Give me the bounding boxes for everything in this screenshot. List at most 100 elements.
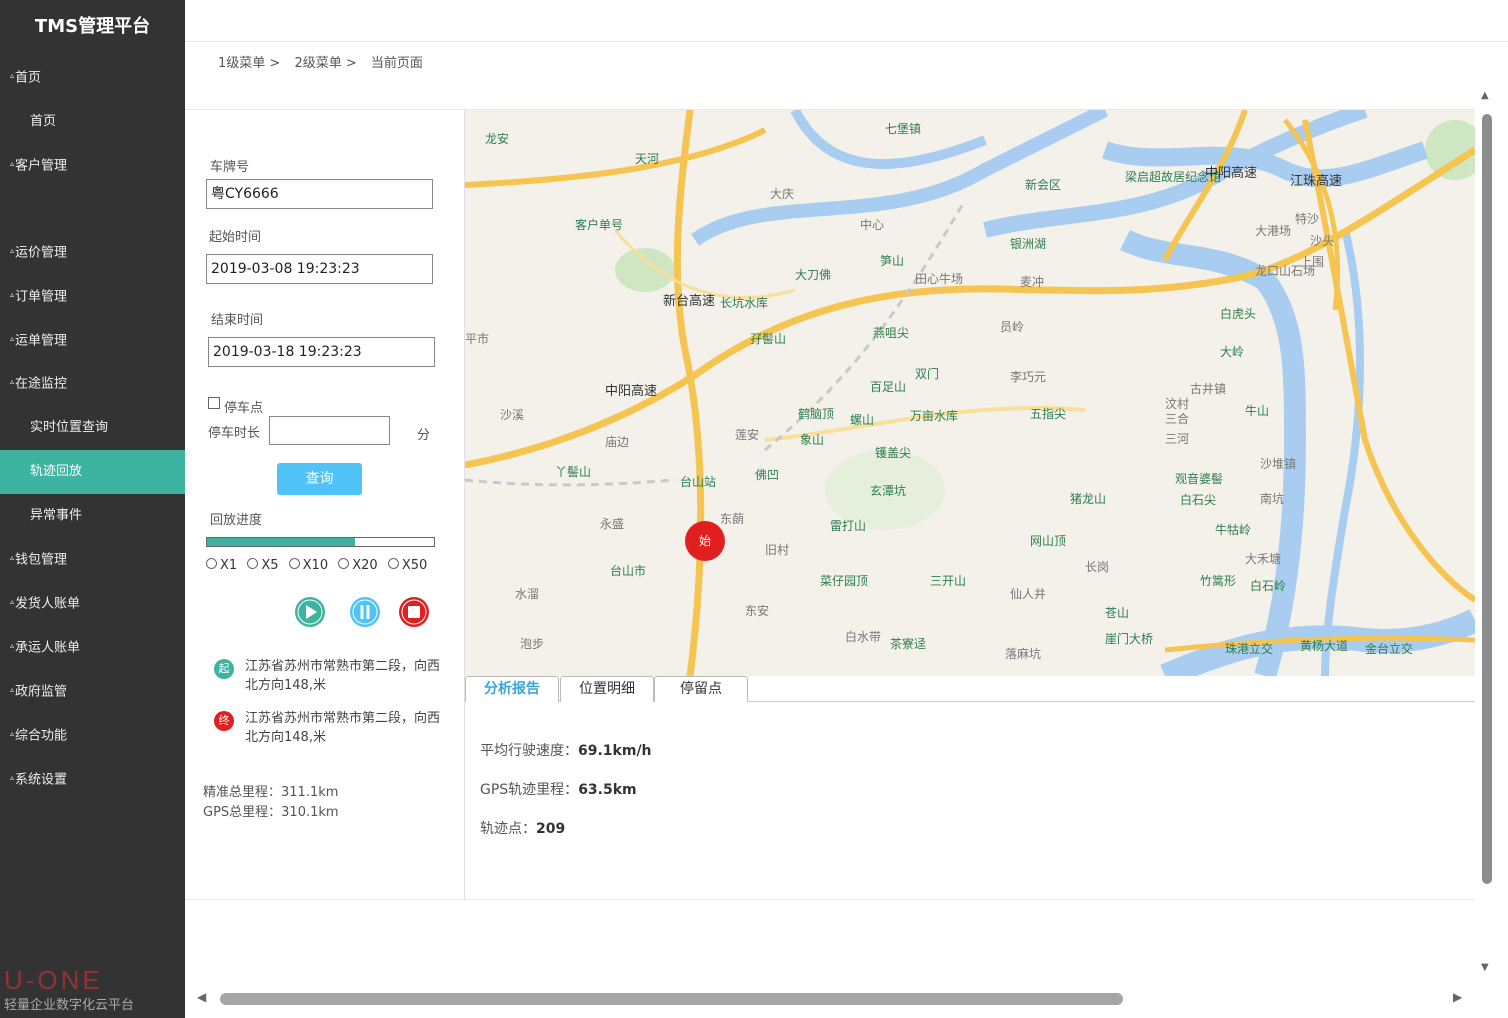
sidebar-item-label: 在途监控 (15, 376, 68, 392)
triangle-icon: ▵ (10, 246, 15, 255)
sidebar-item-waybills[interactable]: ▵运单管理 (0, 319, 185, 363)
sidebar-item-home[interactable]: 首页 (0, 100, 185, 144)
map-place-label: 古井镇 (1190, 382, 1227, 396)
map-view[interactable]: 龙安 天河 七堡镇 新会区 梁启超故居纪念馆 中阳高速 客户单号 大刀佛 笋山 银洲湖 长坑水库 孖髻… (465, 110, 1475, 676)
speed-options: X1 X5 X10 X20 X50 (206, 558, 433, 573)
map-place-label: 沙溪 (500, 408, 525, 422)
map-place-label: 上围 (1300, 255, 1325, 269)
map-place-label: 笋山 (880, 254, 905, 268)
triangle-icon: ▵ (10, 71, 15, 80)
playback-progress-bar[interactable] (206, 537, 435, 547)
pause-button[interactable] (349, 596, 381, 628)
map-place-label: 长坑水库 (720, 296, 769, 310)
map-place-label: 三开山 (930, 574, 967, 588)
map-place-label: 沙堆镇 (1260, 457, 1297, 471)
map-place-label: 鹤脑顶 (798, 407, 835, 421)
query-button[interactable]: 查询 (277, 463, 362, 495)
sidebar-item-exceptions[interactable]: 异常事件 (0, 494, 185, 538)
scroll-up-icon[interactable]: ▲ (1481, 90, 1489, 101)
tab-stop-points[interactable]: 停留点 (654, 676, 748, 702)
radio-icon (338, 558, 350, 569)
map-place-label: 东安 (745, 604, 770, 618)
sidebar-item-orders[interactable]: ▵订单管理 (0, 275, 185, 319)
map-place-label: 镬盖尖 (875, 446, 912, 460)
map-place-label: 新台高速 (663, 294, 716, 309)
scroll-right-icon[interactable]: ▶ (1453, 990, 1462, 1004)
map-place-label: 茶寮迳 (890, 637, 927, 651)
sidebar-item-label: 首页 (30, 114, 57, 129)
plate-input[interactable]: 粤CY6666 (206, 179, 433, 209)
map-place-label: 玄潭坑 (870, 484, 907, 498)
progress-label: 回放进度 (210, 513, 263, 528)
sidebar-item-government[interactable]: ▵政府监管 (0, 670, 185, 714)
track-points-label: 轨迹点： (480, 821, 536, 837)
end-time-input[interactable]: 2019-03-18 19:23:23 (208, 337, 435, 367)
sidebar-item-customers[interactable]: ▵客户管理 (0, 144, 185, 188)
start-location: 起 江苏省苏州市常熟市第二段，向西北方向148,米 (214, 657, 454, 697)
map-place-label: 万亩水库 (910, 409, 959, 423)
speed-option-x50[interactable]: X50 (387, 558, 427, 573)
sidebar-item-realtime-location[interactable]: 实时位置查询 (0, 406, 185, 450)
map-place-label: 观音婆髻 (1175, 472, 1224, 486)
start-time-input[interactable]: 2019-03-08 19:23:23 (206, 254, 433, 284)
stop-point-label: 停车点 (224, 401, 264, 416)
horizontal-scroll-thumb[interactable] (220, 993, 1123, 1005)
scroll-down-icon[interactable]: ▼ (1481, 962, 1489, 973)
gps-distance-label: GPS轨迹里程： (480, 782, 579, 798)
speed-option-x1[interactable]: X1 (206, 558, 237, 573)
sidebar-item-label: 钱包管理 (15, 552, 68, 568)
stop-duration-input[interactable] (269, 416, 390, 445)
radio-icon (206, 558, 217, 569)
vertical-scroll-thumb[interactable] (1482, 114, 1492, 884)
sidebar-item-track-playback[interactable]: 轨迹回放 (0, 450, 185, 494)
speed-option-x20[interactable]: X20 (338, 558, 378, 573)
vertical-scrollbar[interactable]: ▲ ▼ (1479, 90, 1495, 975)
map-place-label: 珠港立交 (1225, 642, 1274, 656)
tab-analysis-report[interactable]: 分析报告 (465, 676, 559, 702)
sidebar-item-pricing[interactable]: ▵运价管理 (0, 231, 185, 275)
map-place-label: 田心牛场 (915, 272, 964, 286)
map-place-label: 白石尖 (1180, 493, 1217, 507)
sidebar-item-home-group[interactable]: ▵首页 (0, 56, 185, 100)
map-place-label: 旧村 (765, 543, 790, 557)
sidebar-item-carrier-bills[interactable]: ▵承运人账单 (0, 626, 185, 670)
map-place-label: 大岭 (1220, 345, 1245, 359)
scroll-left-icon[interactable]: ◀ (197, 990, 206, 1004)
map-place-label: 南坑 (1260, 492, 1285, 506)
watermark: U-ONE 轻量企业数字化云平台 (4, 965, 184, 1013)
map-place-label: 牛牯岭 (1215, 523, 1252, 537)
map-place-label: 象山 (800, 433, 825, 447)
sidebar-item-wallet[interactable]: ▵钱包管理 (0, 538, 185, 582)
start-time-label: 起始时间 (209, 230, 262, 245)
map-place-label: 雷打山 (830, 519, 867, 533)
start-badge: 起 (214, 659, 234, 679)
gps-distance-value: 63.5km (578, 782, 637, 798)
stop-button[interactable] (398, 596, 430, 628)
map-place-label: 大港场 (1255, 224, 1292, 238)
sidebar-item-label: 承运人账单 (15, 640, 81, 656)
sidebar-item-monitoring[interactable]: ▵在途监控 (0, 362, 185, 406)
radio-icon (387, 558, 399, 569)
breadcrumb-level-2[interactable]: 2级菜单 > (294, 56, 356, 71)
sidebar-item-general[interactable]: ▵综合功能 (0, 714, 185, 758)
avg-speed-label: 平均行驶速度： (480, 743, 578, 759)
map-place-label: 竹篙形 (1200, 574, 1237, 588)
gps-distance-row: GPS轨迹里程：63.5km (480, 779, 652, 818)
triangle-icon: ▵ (10, 773, 15, 782)
map-place-label: 大庆 (770, 187, 795, 201)
map-place-label: 仙人井 (1010, 587, 1047, 601)
stop-point-checkbox[interactable] (208, 397, 220, 409)
sidebar-item-settings[interactable]: ▵系统设置 (0, 758, 185, 802)
map-place-label: 孖髻山 (750, 332, 787, 346)
horizontal-scrollbar[interactable]: ◀ ▶ (195, 990, 1470, 1008)
tab-position-details[interactable]: 位置明细 (560, 676, 654, 702)
breadcrumb-level-1[interactable]: 1级菜单 > (218, 56, 280, 71)
map-place-label: 员岭 (1000, 320, 1025, 334)
map-place-label: 丫髻山 (555, 465, 592, 479)
radio-icon (288, 558, 300, 569)
sidebar-item-shipper-bills[interactable]: ▵发货人账单 (0, 582, 185, 626)
speed-option-x10[interactable]: X10 (288, 558, 328, 573)
play-button[interactable] (294, 596, 326, 628)
speed-option-x5[interactable]: X5 (247, 558, 279, 573)
end-location: 终 江苏省苏州市常熟市第二段，向西北方向148,米 (214, 709, 454, 749)
